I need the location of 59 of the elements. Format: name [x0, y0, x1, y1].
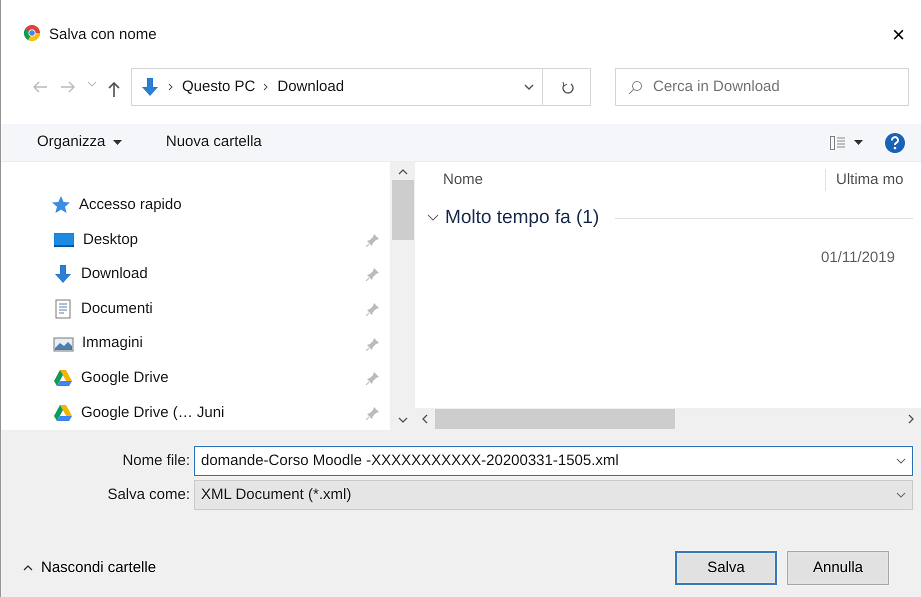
- cancel-button[interactable]: Annulla: [787, 551, 889, 585]
- forward-arrow-icon[interactable]: [59, 80, 77, 94]
- scroll-up-icon: [398, 168, 408, 176]
- help-icon[interactable]: [885, 132, 905, 152]
- address-field[interactable]: Questo PC Download: [131, 68, 543, 106]
- view-list-icon: [830, 136, 846, 150]
- chrome-logo-icon: [23, 24, 41, 42]
- column-header[interactable]: Nome: [415, 168, 825, 192]
- refresh-icon: [560, 80, 574, 94]
- organize-menu-button[interactable]: Organizza: [37, 131, 122, 154]
- sidebar-item[interactable]: Documenti: [51, 292, 390, 326]
- scroll-right-icon: [907, 414, 915, 424]
- save-button[interactable]: Salva: [675, 551, 777, 585]
- field-label: Salva come:: [106, 484, 191, 505]
- download-icon: [140, 77, 160, 97]
- scrollbar-thumb[interactable]: [435, 409, 675, 429]
- up-arrow-icon[interactable]: [107, 80, 121, 98]
- sidebar-item[interactable]: Download: [51, 257, 390, 292]
- star-icon: [51, 195, 71, 216]
- scroll-down-icon: [398, 416, 408, 424]
- chevron-icon: [263, 83, 270, 91]
- scroll-left-icon: [421, 414, 429, 424]
- file-name-field[interactable]: domande-Corso Moodle -XXXXXXXXXXX-20200331-1505.xml: [194, 446, 913, 476]
- breadcrumb-item[interactable]: Questo PC: [182, 76, 256, 98]
- download-icon: [53, 264, 73, 284]
- refresh-button[interactable]: [543, 68, 591, 106]
- back-arrow-icon[interactable]: [31, 80, 49, 94]
- sidebar-item[interactable]: Google Drive (… Juni: [51, 395, 390, 430]
- drive-icon: [53, 402, 73, 423]
- sidebar-item[interactable]: Desktop: [51, 222, 390, 258]
- quick-access-item[interactable]: Accesso rapido: [51, 188, 390, 223]
- caret-icon: [854, 140, 862, 145]
- sidebar-item[interactable]: Google Drive: [51, 360, 390, 396]
- view-options-button[interactable]: [830, 136, 862, 150]
- dropdown-icon[interactable]: [524, 84, 534, 90]
- file-type-dropdown[interactable]: XML Document (*.xml): [194, 480, 913, 510]
- chevron-icon: [168, 83, 174, 91]
- expander-icon[interactable]: [427, 214, 439, 222]
- caret-icon: [112, 140, 122, 145]
- search-icon: [628, 80, 643, 94]
- date-cell-text: 01/11/2019: [821, 248, 896, 268]
- sidebar-item[interactable]: Immagini: [51, 326, 390, 361]
- drive-icon: [53, 368, 73, 388]
- hide-folders-button[interactable]: Nascondi cartelle: [23, 556, 156, 580]
- column-header[interactable]: Ultima mo: [825, 168, 904, 192]
- dropdown-icon: [896, 492, 906, 498]
- new-folder-button[interactable]: Nuova cartella: [166, 131, 262, 154]
- window-title: Salva con nome: [49, 25, 157, 45]
- close-button[interactable]: ×: [886, 24, 911, 46]
- dropdown-icon: [896, 458, 906, 464]
- breadcrumb-item[interactable]: Download: [277, 76, 344, 98]
- scrollbar-thumb[interactable]: [392, 180, 414, 240]
- search-field[interactable]: Cerca in Download: [615, 68, 909, 106]
- vertical-scrollbar[interactable]: [390, 162, 415, 430]
- caret-icon[interactable]: [87, 80, 97, 88]
- chevron-up-icon: [23, 564, 33, 572]
- document-icon: [53, 299, 73, 320]
- field-label: Nome file:: [121, 450, 191, 471]
- group-header[interactable]: Molto tempo fa (1): [445, 204, 600, 232]
